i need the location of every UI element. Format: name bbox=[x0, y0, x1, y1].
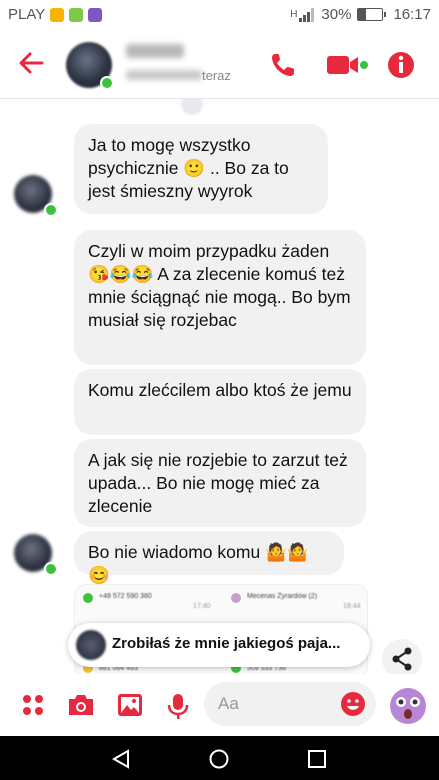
conversation-header: teraz bbox=[0, 30, 439, 99]
notification-app-icon bbox=[69, 7, 84, 22]
notification-app-icon bbox=[88, 7, 103, 22]
nav-home-icon[interactable] bbox=[208, 748, 230, 770]
quick-reaction-emoji-icon[interactable] bbox=[388, 686, 428, 726]
battery-percent: 30% bbox=[321, 6, 352, 23]
share-icon bbox=[392, 647, 412, 671]
contact-avatar bbox=[83, 593, 93, 603]
avatar bbox=[76, 630, 106, 660]
phone-icon[interactable] bbox=[268, 50, 298, 80]
message-bubble[interactable]: Bo nie wiadomo komu 🤷🤷😊 bbox=[74, 531, 344, 585]
notice-text: Zrobiłaś że mnie jakiegoś paja... bbox=[112, 635, 341, 652]
message-bubble[interactable]: A jak się nie rozjebie to zarzut też upa… bbox=[74, 439, 366, 527]
nav-back-icon[interactable] bbox=[110, 748, 132, 770]
clock: 16:17 bbox=[393, 6, 431, 23]
message-bubble[interactable]: Ja to mogę wszystko psychicznie 🙂 .. Bo … bbox=[74, 124, 328, 214]
nav-recents-icon[interactable] bbox=[306, 748, 328, 770]
message-text: Ja to mogę wszystko psychicznie 🙂 .. Bo … bbox=[88, 135, 289, 201]
seen-avatar bbox=[181, 99, 203, 115]
message-text: Komu zlećcilem albo ktoś że jemu bbox=[88, 380, 352, 400]
contact-avatar bbox=[231, 593, 241, 603]
contact-time: 17:40 bbox=[193, 603, 211, 610]
more-apps-icon[interactable] bbox=[20, 692, 46, 718]
notification-app-icon bbox=[50, 7, 65, 22]
gallery-icon[interactable] bbox=[116, 692, 144, 718]
message-bubble[interactable]: Komu zlećcilem albo ktoś że jemu bbox=[74, 369, 366, 435]
active-status-redacted bbox=[126, 70, 202, 80]
system-navigation-bar bbox=[0, 736, 439, 780]
message-input[interactable]: Aa bbox=[204, 682, 376, 726]
online-indicator bbox=[44, 562, 58, 576]
signal-icon bbox=[299, 7, 315, 22]
contact-name: +48 572 590 380 bbox=[99, 593, 152, 600]
emoji-icon[interactable] bbox=[340, 691, 366, 717]
network-type: H bbox=[290, 9, 298, 20]
message-text: Bo nie wiadomo komu 🤷🤷😊 bbox=[88, 542, 309, 585]
share-button[interactable] bbox=[382, 639, 422, 674]
camera-icon[interactable] bbox=[66, 692, 96, 718]
message-input-placeholder: Aa bbox=[218, 694, 239, 713]
message-bubble[interactable]: Czyli w moim przypadku żaden 😘😂😂 A za zl… bbox=[74, 230, 366, 365]
status-bar: PLAY H 30% 16:17 bbox=[0, 0, 439, 30]
new-message-notice[interactable]: Zrobiłaś że mnie jakiegoś paja... bbox=[68, 623, 370, 667]
online-indicator bbox=[44, 203, 58, 217]
message-text: Czyli w moim przypadku żaden 😘😂😂 A za zl… bbox=[88, 241, 351, 330]
video-icon[interactable] bbox=[324, 50, 368, 80]
contact-name-redacted[interactable] bbox=[126, 44, 184, 58]
microphone-icon[interactable] bbox=[166, 692, 190, 720]
composer-bar: Aa bbox=[0, 674, 439, 736]
online-indicator bbox=[100, 76, 114, 90]
carrier-label: PLAY bbox=[8, 6, 46, 23]
back-arrow-icon[interactable] bbox=[16, 48, 46, 78]
message-text: A jak się nie rozjebie to zarzut też upa… bbox=[88, 450, 348, 516]
message-thread[interactable]: Ja to mogę wszystko psychicznie 🙂 .. Bo … bbox=[0, 99, 439, 674]
contact-time: 18:44 bbox=[343, 603, 361, 610]
active-status-text: teraz bbox=[202, 68, 231, 83]
contact-name: Mecenas Zyrardów (2) bbox=[247, 593, 318, 600]
battery-icon bbox=[357, 8, 387, 21]
info-icon[interactable] bbox=[386, 50, 416, 80]
